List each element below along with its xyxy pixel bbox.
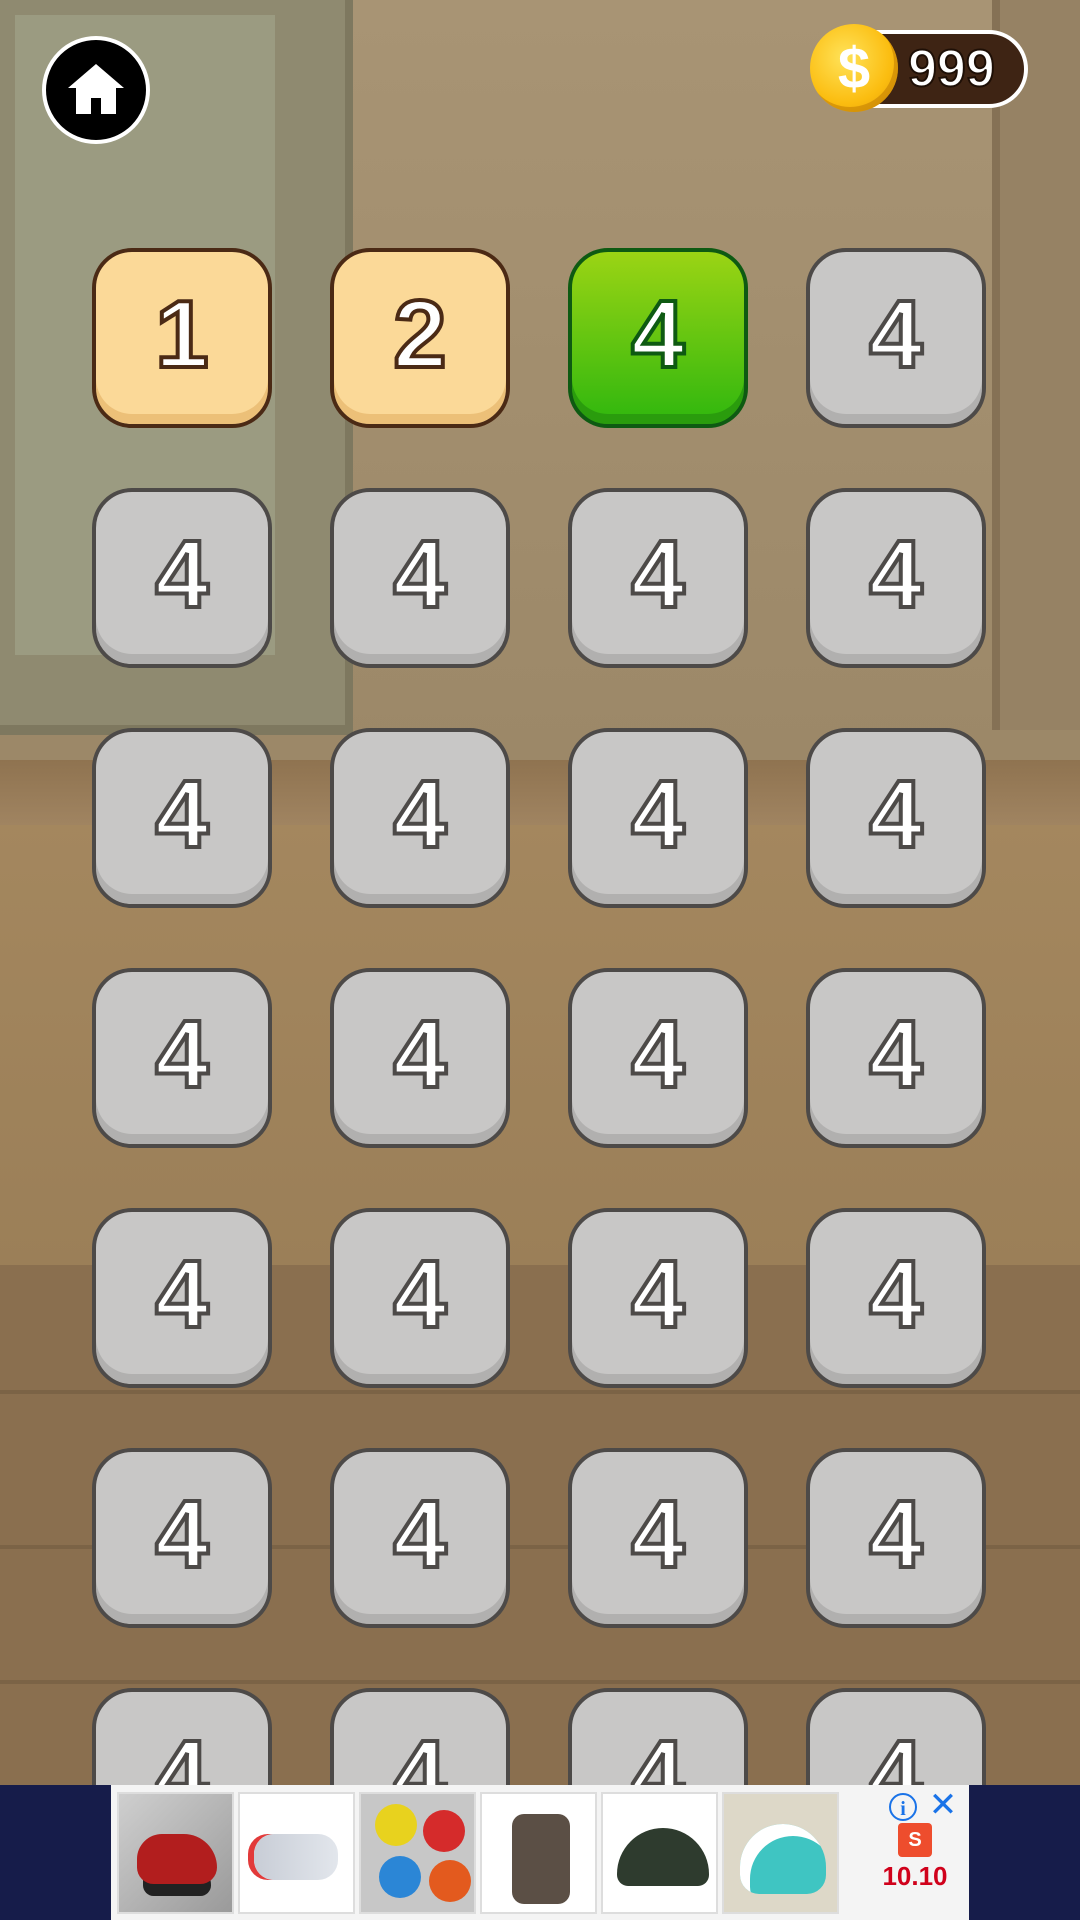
level-tile-locked[interactable]: 4 [330,488,510,668]
level-number: 4 [629,281,686,388]
level-number: 4 [629,1721,686,1786]
level-number: 4 [867,1481,924,1588]
level-tile-locked[interactable]: 4 [92,968,272,1148]
logo-letter: S [908,1828,922,1851]
level-number: 2 [391,281,448,388]
level-number: 4 [629,761,686,868]
ad-thumbnail-exhaust-pipe[interactable] [238,1791,355,1914]
level-number: 4 [153,521,210,628]
level-tile-locked[interactable]: 4 [92,488,272,668]
level-tile-locked[interactable]: 4 [330,1688,510,1785]
level-tile-locked[interactable]: 4 [568,728,748,908]
ad-banner[interactable]: S 10.10 i ✕ [0,1785,1080,1920]
level-tile-locked[interactable]: 4 [806,248,986,428]
ad-content[interactable]: S 10.10 i ✕ [111,1785,969,1920]
level-number: 1 [153,281,210,388]
level-number: 4 [391,1001,448,1108]
ad-thumbnail-half-helmet[interactable] [601,1791,718,1914]
level-tile-unlocked[interactable]: 1 [92,248,272,428]
level-tile-locked[interactable]: 4 [330,968,510,1148]
level-number: 4 [391,1481,448,1588]
home-button[interactable] [42,36,150,144]
level-number: 4 [391,761,448,868]
level-number: 4 [629,1241,686,1348]
level-tile-locked[interactable]: 4 [330,1448,510,1628]
ad-thumbnail-kids-helmet[interactable] [722,1791,839,1914]
level-tile-locked[interactable]: 4 [568,968,748,1148]
level-number: 4 [867,281,924,388]
level-tile-locked[interactable]: 4 [330,728,510,908]
level-number: 4 [153,1241,210,1348]
level-number: 4 [867,1241,924,1348]
ad-thumbnail-kids-helmets[interactable] [359,1791,476,1914]
level-number: 4 [391,1721,448,1786]
level-grid: 1 2 4 4 4 4 4 4 4 4 4 4 4 4 4 4 4 4 4 4 4 4 4 4 4 4 4 4 [0,0,1080,1785]
level-number: 4 [391,1241,448,1348]
coin-symbol: $ [837,35,871,101]
level-tile-unlocked[interactable]: 2 [330,248,510,428]
level-number: 4 [867,1001,924,1108]
level-number: 4 [867,761,924,868]
level-tile-locked[interactable]: 4 [568,1208,748,1388]
level-tile-locked[interactable]: 4 [806,1688,986,1785]
level-number: 4 [153,1001,210,1108]
level-tile-locked[interactable]: 4 [92,1208,272,1388]
level-number: 4 [867,521,924,628]
level-number: 4 [153,1481,210,1588]
level-number: 4 [629,1001,686,1108]
level-tile-locked[interactable]: 4 [330,1208,510,1388]
level-tile-locked[interactable]: 4 [568,1448,748,1628]
level-tile-locked[interactable]: 4 [568,488,748,668]
level-tile-locked[interactable]: 4 [92,1448,272,1628]
ad-thumbnail-handlebar-grip[interactable] [480,1791,597,1914]
level-tile-current[interactable]: 4 [568,248,748,428]
coin-count: 999 [907,39,996,99]
dollar-coin-icon: $ [810,24,898,112]
home-icon [68,64,124,114]
level-number: 4 [629,1481,686,1588]
level-tile-locked[interactable]: 4 [806,968,986,1148]
level-number: 4 [867,1721,924,1786]
level-number: 4 [153,1721,210,1786]
shopping-bag-icon: S [898,1823,932,1857]
level-number: 4 [153,761,210,868]
level-tile-locked[interactable]: 4 [806,1208,986,1388]
ad-close-icon[interactable]: ✕ [925,1787,961,1823]
level-tile-locked[interactable]: 4 [806,728,986,908]
level-number: 4 [629,521,686,628]
level-tile-locked[interactable]: 4 [92,1688,272,1785]
shop-logo[interactable]: S 10.10 [871,1823,959,1911]
level-number: 4 [391,521,448,628]
level-tile-locked[interactable]: 4 [806,488,986,668]
level-tile-locked[interactable]: 4 [92,728,272,908]
ad-thumbnail-motorcycle[interactable] [117,1791,234,1914]
ad-info-icon[interactable]: i [889,1793,917,1821]
promo-text: 10.10 [882,1861,948,1891]
level-tile-locked[interactable]: 4 [568,1688,748,1785]
level-tile-locked[interactable]: 4 [806,1448,986,1628]
